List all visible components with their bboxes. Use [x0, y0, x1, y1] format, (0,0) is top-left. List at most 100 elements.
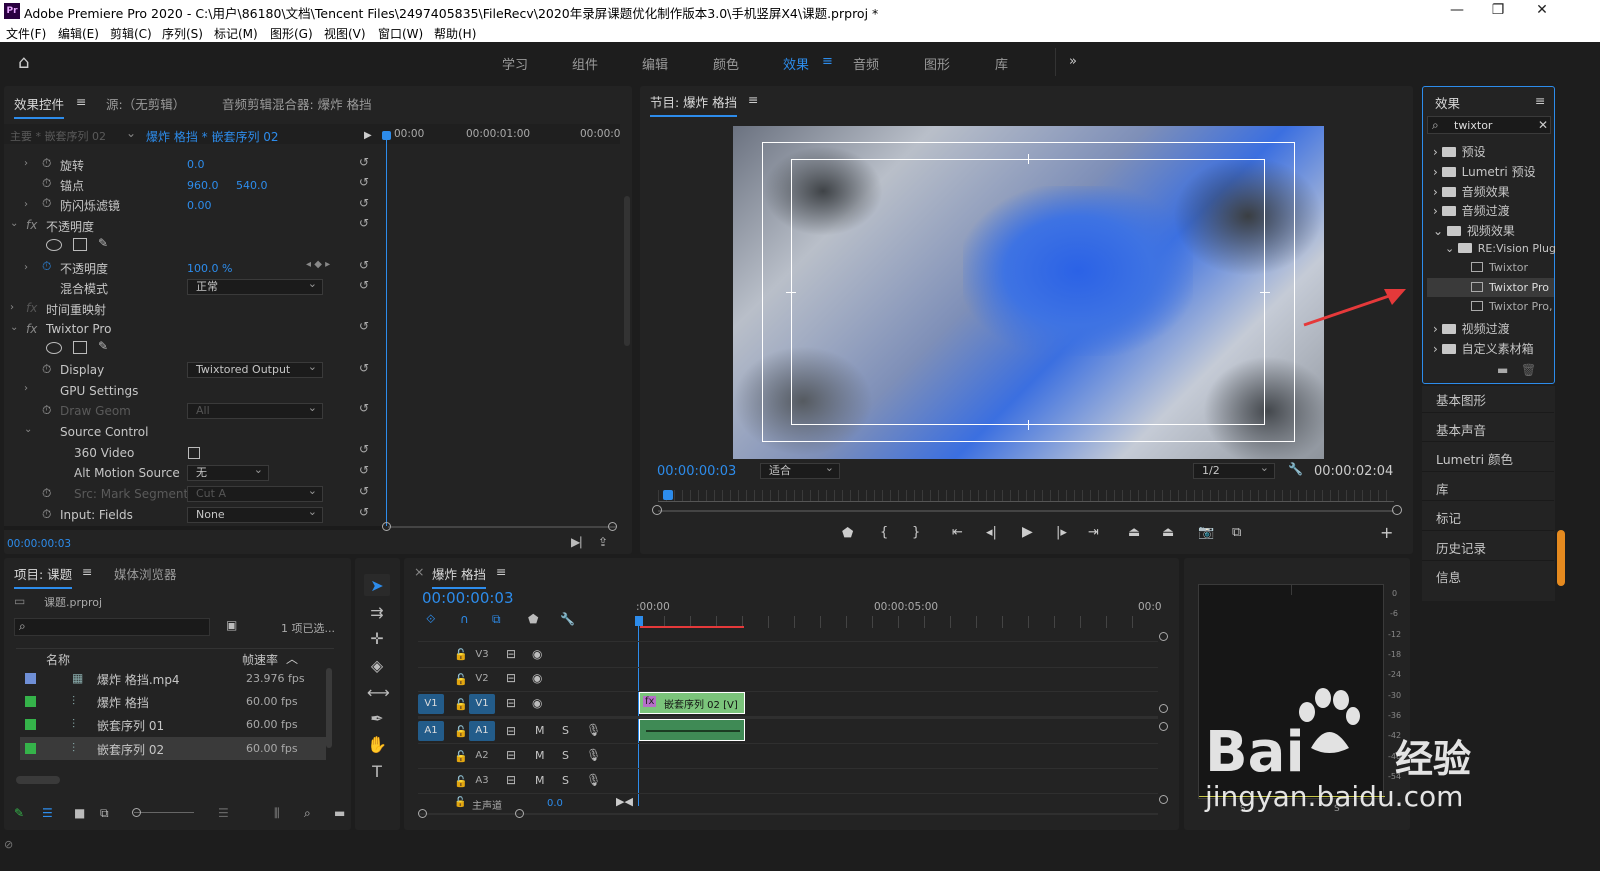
- reset-icon[interactable]: ↺: [359, 505, 369, 519]
- panel-history[interactable]: 历史记录: [1436, 538, 1486, 557]
- panel-markers[interactable]: 标记: [1436, 508, 1461, 527]
- reset-icon[interactable]: ↺: [359, 484, 369, 498]
- tab-project[interactable]: 项目: 课题: [14, 564, 73, 589]
- project-v-scrollbar[interactable]: [326, 668, 332, 748]
- rotation-value[interactable]: 0.0: [187, 158, 205, 171]
- reset-icon[interactable]: ↺: [359, 442, 369, 456]
- workspace-graphics[interactable]: 图形: [924, 54, 950, 73]
- menu-clip[interactable]: 剪辑(C): [110, 25, 152, 42]
- keyframe-nav-icon[interactable]: ◂ ◆ ▸: [306, 259, 330, 270]
- zoom-handle-right[interactable]: [608, 522, 617, 531]
- ripple-edit-tool-icon[interactable]: ✛: [367, 629, 387, 648]
- sync-lock-icon[interactable]: ⊟: [506, 724, 516, 738]
- rectangle-mask-icon[interactable]: [73, 238, 87, 251]
- label-color-swatch[interactable]: [25, 743, 36, 754]
- tree-item-audio-effects[interactable]: › 音频效果: [1433, 183, 1510, 200]
- go-to-in-icon[interactable]: ⇤: [952, 525, 963, 540]
- resolution-dropdown[interactable]: 1/2: [1193, 461, 1275, 479]
- tab-audio-mixer[interactable]: 音频剪辑混合器: 爆炸 格挡: [222, 94, 372, 113]
- time-remap-label[interactable]: 时间重映射: [46, 301, 106, 318]
- lock-icon[interactable]: 🔓: [454, 673, 468, 686]
- play-icon[interactable]: ▶: [1022, 524, 1033, 540]
- project-h-scrollbar[interactable]: [16, 776, 60, 784]
- microphone-icon[interactable]: 🎙: [586, 748, 601, 762]
- new-bin-icon[interactable]: ▬: [334, 806, 345, 820]
- tab-media-browser[interactable]: 媒体浏览器: [114, 564, 177, 583]
- ellipse-mask-icon[interactable]: [46, 342, 62, 354]
- step-forward-icon[interactable]: |▸: [1056, 525, 1067, 540]
- panel-menu-icon[interactable]: ≡: [496, 564, 506, 579]
- tree-item-video-effects[interactable]: ⌄ 视频效果: [1433, 222, 1515, 239]
- stopwatch-active-icon[interactable]: ⏱: [42, 259, 51, 274]
- wrench-icon[interactable]: 🔧: [1288, 462, 1303, 476]
- tab-menu-icon[interactable]: ≡: [76, 94, 86, 109]
- hand-tool-icon[interactable]: ✋: [367, 735, 387, 754]
- linked-selection-icon[interactable]: ⧉: [492, 612, 501, 627]
- solo-button[interactable]: S: [562, 749, 569, 762]
- right-scrollbar[interactable]: [1557, 530, 1565, 586]
- chevron-down-icon[interactable]: ⌄: [126, 126, 136, 140]
- slip-tool-icon[interactable]: ⟷: [367, 683, 390, 702]
- lock-icon[interactable]: 🔓: [454, 775, 468, 788]
- lock-icon[interactable]: 🔓: [454, 648, 468, 661]
- list-item[interactable]: ⫶ 爆炸 格挡 60.00 fps: [20, 690, 326, 713]
- home-icon[interactable]: ⌂: [18, 52, 29, 73]
- reset-icon[interactable]: ↺: [359, 175, 369, 189]
- reset-icon[interactable]: ↺: [359, 155, 369, 169]
- program-time-ruler[interactable]: [658, 490, 1394, 502]
- minimize-button[interactable]: —: [1437, 2, 1477, 18]
- extract-icon[interactable]: ⏏: [1162, 525, 1174, 540]
- menu-sequence[interactable]: 序列(S): [162, 25, 203, 42]
- workspace-libraries[interactable]: 库: [995, 54, 1008, 73]
- zoom-handle-left[interactable]: [382, 522, 391, 531]
- sync-lock-icon[interactable]: ⊟: [506, 696, 516, 710]
- workspace-editing[interactable]: 编辑: [642, 54, 668, 73]
- timeline-playhead-handle[interactable]: [635, 616, 643, 626]
- input-fields-dropdown[interactable]: None: [187, 505, 323, 523]
- timeline-h-scrollbar[interactable]: [418, 813, 1158, 815]
- zoom-slider[interactable]: [134, 812, 194, 813]
- pencil-icon[interactable]: ✎: [14, 806, 24, 820]
- effects-search-input[interactable]: twixtor: [1454, 119, 1492, 132]
- source-patch-a1[interactable]: A1: [418, 721, 444, 741]
- go-to-end-icon[interactable]: ▶◀: [616, 795, 633, 808]
- eye-icon[interactable]: ◉: [532, 696, 542, 710]
- sort-ascending-icon[interactable]: ︿: [286, 650, 298, 667]
- master-volume-value[interactable]: 0.0: [547, 798, 563, 809]
- reset-icon[interactable]: ↺: [359, 361, 369, 375]
- workspace-learn[interactable]: 学习: [502, 54, 528, 73]
- ec-playhead[interactable]: [386, 134, 387, 526]
- workspace-menu-icon[interactable]: ≡: [822, 54, 833, 69]
- play-only-icon[interactable]: ▶: [364, 130, 372, 141]
- sync-lock-icon[interactable]: ⊟: [506, 647, 516, 661]
- mute-button[interactable]: M: [535, 724, 545, 737]
- more-workspaces-icon[interactable]: »: [1069, 54, 1077, 69]
- clear-search-icon[interactable]: ✕: [1538, 118, 1548, 132]
- icon-view-icon[interactable]: ■: [74, 806, 85, 820]
- track-v1-label[interactable]: V1: [469, 694, 495, 714]
- program-zoom-bar[interactable]: [658, 510, 1394, 512]
- track-a1-label[interactable]: A1: [469, 721, 495, 741]
- program-timecode[interactable]: 00:00:00:03: [657, 464, 736, 479]
- tree-item-revision-plug[interactable]: ⌄ RE:Vision Plug: [1445, 242, 1556, 255]
- 360-video-checkbox[interactable]: [188, 447, 200, 459]
- panel-libraries[interactable]: 库: [1436, 479, 1449, 498]
- mark-out-icon[interactable]: }: [912, 525, 920, 540]
- fit-dropdown[interactable]: 适合: [760, 461, 840, 479]
- menu-window[interactable]: 窗口(W): [378, 25, 423, 42]
- effects-panel-title[interactable]: 效果: [1435, 93, 1461, 118]
- opacity-value[interactable]: 100.0 %: [187, 262, 232, 275]
- tree-item-twixtor-pro-vectors[interactable]: Twixtor Pro,: [1471, 300, 1552, 313]
- lock-icon[interactable]: 🔓: [454, 750, 468, 763]
- type-tool-icon[interactable]: T: [367, 762, 387, 781]
- menu-help[interactable]: 帮助(H): [434, 25, 476, 42]
- snap-icon[interactable]: ∩: [460, 612, 469, 626]
- ec-playhead-handle[interactable]: [382, 131, 391, 140]
- freeform-view-icon[interactable]: ⧉: [100, 806, 109, 821]
- panel-lumetri-color[interactable]: Lumetri 颜色: [1436, 449, 1513, 468]
- label-color-swatch[interactable]: [25, 673, 36, 684]
- panel-essential-sound[interactable]: 基本声音: [1436, 420, 1486, 439]
- selection-tool-icon[interactable]: ➤: [367, 576, 387, 595]
- fx-icon[interactable]: fx: [26, 218, 37, 232]
- mark-in-icon[interactable]: {: [880, 525, 888, 540]
